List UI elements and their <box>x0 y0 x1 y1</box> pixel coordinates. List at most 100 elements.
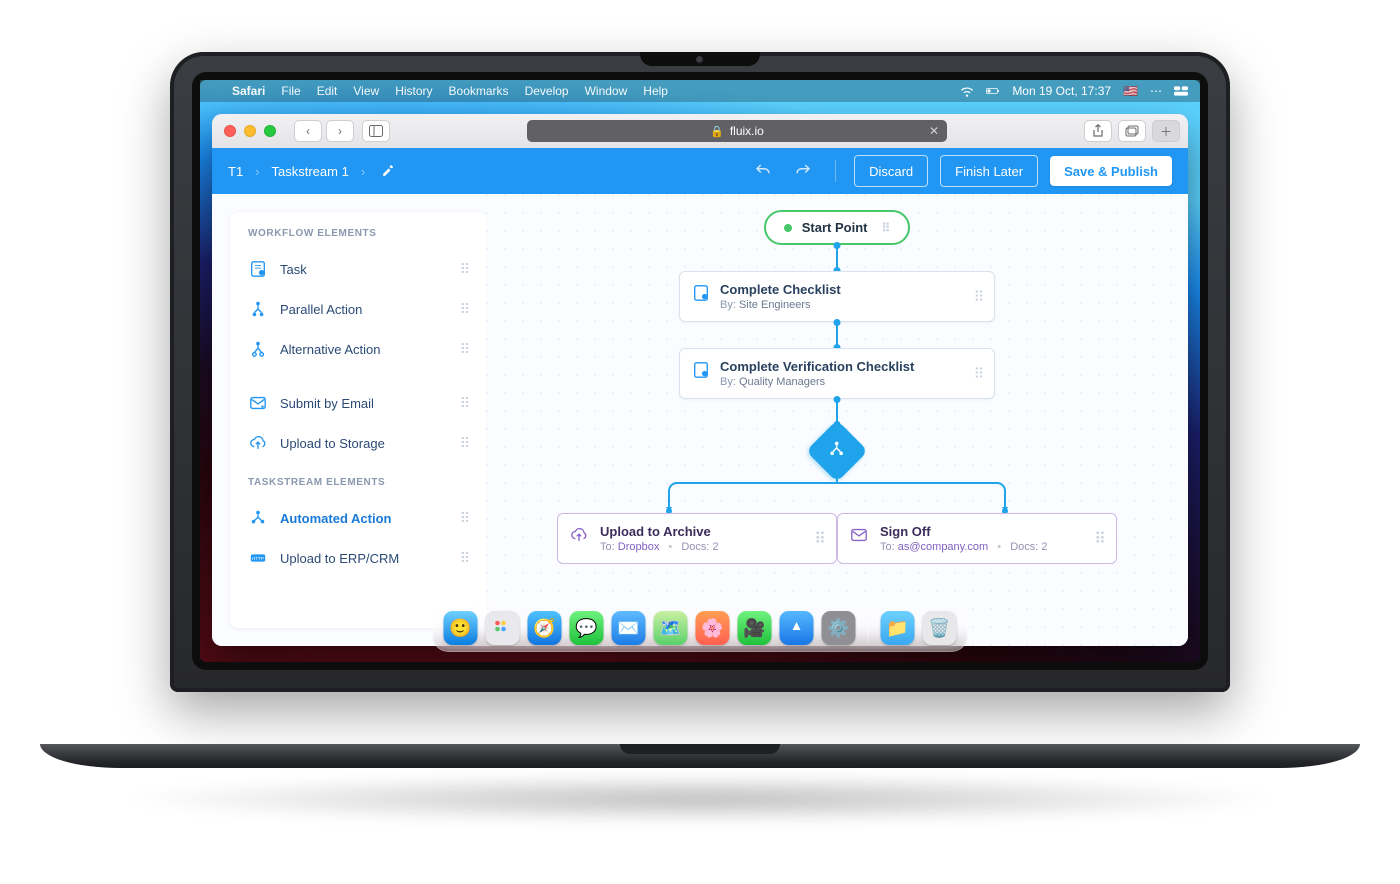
window-minimize[interactable] <box>244 125 256 137</box>
http-icon: HTTP <box>248 548 268 568</box>
finish-later-button[interactable]: Finish Later <box>940 155 1038 187</box>
dock: 🙂 🧭 💬 ✉️ 🗺️ 🌸 🎥 ⚙️ 📁 � <box>433 604 968 652</box>
wifi-icon[interactable] <box>960 84 974 98</box>
camera <box>696 56 704 64</box>
laptop-lid: Safari File Edit View History Bookmarks … <box>170 52 1230 692</box>
drag-handle-icon[interactable]: ⠿ <box>460 301 472 318</box>
window-zoom[interactable] <box>264 125 276 137</box>
menu-bookmarks[interactable]: Bookmarks <box>449 84 509 98</box>
palette-automated-action[interactable]: Automated Action ⠿ <box>230 498 486 538</box>
menu-window[interactable]: Window <box>585 84 628 98</box>
rename-button[interactable] <box>377 160 399 182</box>
breadcrumb-name[interactable]: Taskstream 1 <box>272 164 349 179</box>
node-title: Complete Checklist <box>720 282 956 297</box>
window-close[interactable] <box>224 125 236 137</box>
app-body: ‹ WORKFLOW ELEMENTS Task ⠿ <box>212 194 1188 646</box>
drag-handle-icon[interactable]: ⠿ <box>460 341 472 358</box>
dock-downloads[interactable]: 📁 <box>881 611 915 645</box>
stop-reload-icon[interactable]: ✕ <box>927 124 941 138</box>
dock-launchpad[interactable] <box>486 611 520 645</box>
new-tab-button[interactable]: ＋ <box>1152 120 1180 142</box>
siri-icon[interactable]: ⋯ <box>1150 84 1162 98</box>
start-node[interactable]: Start Point ⠿ <box>764 210 911 245</box>
node-subtitle: By: Site Engineers <box>720 299 956 311</box>
workflow-canvas[interactable]: Start Point ⠿ Complete Checklist <box>486 194 1188 646</box>
alternative-icon <box>248 339 268 359</box>
save-publish-button[interactable]: Save & Publish <box>1050 156 1172 186</box>
dock-trash[interactable]: 🗑️ <box>923 611 957 645</box>
laptop-frame: Safari File Edit View History Bookmarks … <box>170 52 1230 692</box>
dock-mail[interactable]: ✉️ <box>612 611 646 645</box>
drag-handle-icon[interactable]: ⠿ <box>974 365 984 382</box>
task-icon <box>692 284 710 302</box>
palette-submit-email[interactable]: Submit by Email ⠿ <box>230 383 486 423</box>
drag-handle-icon[interactable]: ⠿ <box>974 288 984 305</box>
sidebar-toggle[interactable] <box>362 120 390 142</box>
branch-icon <box>828 440 846 463</box>
tabs-button[interactable] <box>1118 120 1146 142</box>
drag-handle-icon[interactable]: ⠿ <box>460 510 472 527</box>
palette-upload-erp[interactable]: HTTP Upload to ERP/CRM ⠿ <box>230 538 486 578</box>
flow-container: Start Point ⠿ Complete Checklist <box>557 210 1117 564</box>
elements-sidebar: ‹ WORKFLOW ELEMENTS Task ⠿ <box>230 212 486 628</box>
decision-node[interactable] <box>806 420 868 482</box>
drag-handle-icon[interactable]: ⠿ <box>881 221 890 235</box>
app-menu[interactable]: Safari <box>232 84 265 98</box>
leaf-subtitle: To: Dropbox • Docs: 2 <box>600 541 798 553</box>
node-title: Complete Verification Checklist <box>720 359 956 374</box>
undo-button[interactable] <box>749 157 777 185</box>
dock-appstore[interactable] <box>780 611 814 645</box>
connector[interactable] <box>836 399 838 425</box>
drag-handle-icon[interactable]: ⠿ <box>460 395 472 412</box>
address-bar[interactable]: 🔒 fluix.io ✕ <box>527 120 947 142</box>
dock-finder[interactable]: 🙂 <box>444 611 478 645</box>
dock-photos[interactable]: 🌸 <box>696 611 730 645</box>
dock-safari[interactable]: 🧭 <box>528 611 562 645</box>
dock-messages[interactable]: 💬 <box>570 611 604 645</box>
nav-forward[interactable]: › <box>326 120 354 142</box>
drag-handle-icon[interactable]: ⠿ <box>460 261 472 278</box>
menu-file[interactable]: File <box>281 84 300 98</box>
breadcrumb-short[interactable]: T1 <box>228 164 243 179</box>
sidebar-section-workflow: WORKFLOW ELEMENTS <box>230 228 486 249</box>
parallel-icon <box>248 299 268 319</box>
palette-task-label: Task <box>280 262 448 277</box>
battery-icon[interactable] <box>986 84 1000 98</box>
drag-handle-icon[interactable]: ⠿ <box>460 550 472 567</box>
connector[interactable] <box>836 322 838 348</box>
palette-parallel-label: Parallel Action <box>280 302 448 317</box>
redo-button[interactable] <box>789 157 817 185</box>
menubar-clock[interactable]: Mon 19 Oct, 17:37 <box>1012 84 1111 98</box>
input-flag-icon[interactable]: 🇺🇸 <box>1123 84 1138 98</box>
menu-view[interactable]: View <box>353 84 379 98</box>
share-button[interactable] <box>1084 120 1112 142</box>
palette-alternative-action[interactable]: Alternative Action ⠿ <box>230 329 486 369</box>
lock-icon: 🔒 <box>710 125 724 138</box>
palette-parallel-action[interactable]: Parallel Action ⠿ <box>230 289 486 329</box>
sidebar-section-taskstream: TASKSTREAM ELEMENTS <box>230 477 486 498</box>
leaf-upload-archive[interactable]: Upload to Archive To: Dropbox • Docs: 2 <box>557 513 837 564</box>
drag-handle-icon[interactable]: ⠿ <box>814 529 826 549</box>
drag-handle-icon[interactable]: ⠿ <box>1094 529 1106 549</box>
task-node-verification[interactable]: Complete Verification Checklist By: Qual… <box>679 348 995 399</box>
safari-window: ‹ › 🔒 fluix.io ✕ <box>212 114 1188 646</box>
menu-develop[interactable]: Develop <box>525 84 569 98</box>
dock-facetime[interactable]: 🎥 <box>738 611 772 645</box>
menu-edit[interactable]: Edit <box>317 84 338 98</box>
drag-handle-icon[interactable]: ⠿ <box>460 435 472 452</box>
task-node-checklist[interactable]: Complete Checklist By: Site Engineers ⠿ <box>679 271 995 322</box>
palette-upload-storage[interactable]: Upload to Storage ⠿ <box>230 423 486 463</box>
connector[interactable] <box>836 245 838 271</box>
palette-task[interactable]: Task ⠿ <box>230 249 486 289</box>
leaf-sign-off[interactable]: Sign Off To: as@company.com • Docs: 2 <box>837 513 1117 564</box>
cloud-upload-icon <box>248 433 268 453</box>
leaf-title: Upload to Archive <box>600 524 798 539</box>
dock-maps[interactable]: 🗺️ <box>654 611 688 645</box>
menu-history[interactable]: History <box>395 84 432 98</box>
control-center-icon[interactable] <box>1174 84 1188 98</box>
dock-settings[interactable]: ⚙️ <box>822 611 856 645</box>
menu-help[interactable]: Help <box>643 84 668 98</box>
email-icon <box>850 526 868 544</box>
discard-button[interactable]: Discard <box>854 155 928 187</box>
nav-back[interactable]: ‹ <box>294 120 322 142</box>
